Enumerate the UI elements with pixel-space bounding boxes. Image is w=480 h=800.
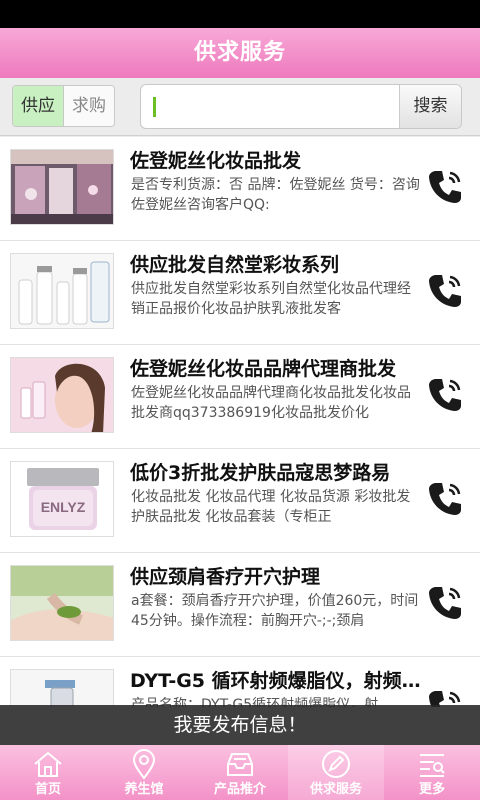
product-thumbnail bbox=[10, 565, 114, 641]
tab-label: 首页 bbox=[34, 782, 61, 797]
phone-icon[interactable] bbox=[425, 687, 465, 707]
search-input[interactable] bbox=[141, 85, 399, 128]
tab-home[interactable]: 首页 bbox=[0, 745, 96, 800]
tab-label: 养生馆 bbox=[124, 782, 164, 797]
publish-info-button[interactable]: 我要发布信息！ bbox=[0, 705, 480, 745]
phone-icon[interactable] bbox=[425, 271, 465, 311]
item-title: 低价3折批发护肤品寇思梦路易 bbox=[130, 462, 391, 484]
phone-icon[interactable] bbox=[425, 583, 465, 623]
item-title: DYT-G5 循环射频爆脂仪，射频美容仪 bbox=[130, 670, 424, 692]
list-item[interactable]: 佐登妮丝化妆品品牌代理商批发 佐登妮丝化妆品品牌代理商化妆品批发化妆品批发商qq… bbox=[0, 345, 480, 449]
product-thumbnail bbox=[10, 149, 114, 225]
search-button[interactable]: 搜索 bbox=[399, 85, 461, 128]
list-item[interactable]: 供应颈肩香疗开穴护理 a套餐：颈肩香疗开穴护理，价值260元，时间45分钟。操作… bbox=[0, 553, 480, 657]
product-thumbnail bbox=[10, 253, 114, 329]
item-description: 供应批发自然堂彩妆系列自然堂化妆品代理经销正品报价化妆品护肤乳液批发客 bbox=[131, 281, 411, 317]
tab-wellness[interactable]: 养生馆 bbox=[96, 745, 192, 800]
search-box: 搜索 bbox=[140, 84, 462, 129]
pencil-circle-icon bbox=[322, 750, 350, 778]
toggle-supply[interactable]: 供应 bbox=[13, 86, 64, 126]
item-title: 供应批发自然堂彩妆系列 bbox=[130, 254, 340, 276]
supply-demand-toggle[interactable]: 供应 求购 bbox=[12, 85, 115, 127]
search-bar: 供应 求购 搜索 bbox=[0, 78, 480, 136]
list-item[interactable]: ENLYZ 低价3折批发护肤品寇思梦路易 化妆品批发 化妆品代理 化妆品货源 彩… bbox=[0, 449, 480, 553]
tab-supply-demand[interactable]: 供求服务 bbox=[288, 745, 384, 800]
list-item[interactable]: 供应批发自然堂彩妆系列 供应批发自然堂彩妆系列自然堂化妆品代理经销正品报价化妆品… bbox=[0, 241, 480, 345]
phone-icon[interactable] bbox=[425, 375, 465, 415]
item-description: 是否专利货源：否 品牌：佐登妮丝 货号：咨询佐登妮丝咨询客户QQ: bbox=[131, 177, 420, 213]
item-title: 佐登妮丝化妆品批发 bbox=[130, 150, 302, 172]
item-description: 化妆品批发 化妆品代理 化妆品货源 彩妆批发 护肤品批发 化妆品套装（专柜正 bbox=[131, 489, 411, 525]
tab-label: 产品推介 bbox=[213, 782, 266, 797]
item-description: a套餐：颈肩香疗开穴护理，价值260元，时间45分钟。操作流程：前胸开穴-;-;… bbox=[131, 593, 419, 629]
page-title: 供求服务 bbox=[0, 28, 480, 78]
product-thumbnail bbox=[10, 357, 114, 433]
home-icon bbox=[34, 751, 62, 777]
product-thumbnail: ENLYZ bbox=[10, 461, 114, 537]
bottom-tab-bar: 首页 养生馆 产品推介 供求服务 更多 bbox=[0, 745, 480, 800]
toggle-demand[interactable]: 求购 bbox=[64, 86, 114, 126]
tab-label: 供求服务 bbox=[309, 782, 362, 797]
item-description: 佐登妮丝化妆品品牌代理商化妆品批发化妆品批发商qq373386919化妆品批发价… bbox=[131, 385, 411, 421]
list-item[interactable]: DYT-G5 循环射频爆脂仪，射频美容仪 产品名称：DYT-G5循环射频爆脂仪，… bbox=[0, 657, 480, 707]
status-bar bbox=[0, 0, 480, 28]
item-title: 佐登妮丝化妆品品牌代理商批发 bbox=[130, 358, 397, 380]
phone-icon[interactable] bbox=[425, 167, 465, 207]
more-list-search-icon bbox=[420, 754, 445, 777]
supply-list[interactable]: 佐登妮丝化妆品批发 是否专利货源：否 品牌：佐登妮丝 货号：咨询佐登妮丝咨询客户… bbox=[0, 137, 480, 707]
tab-products[interactable]: 产品推介 bbox=[192, 745, 288, 800]
tab-more[interactable]: 更多 bbox=[384, 745, 480, 800]
inbox-tray-icon bbox=[227, 753, 253, 776]
phone-icon[interactable] bbox=[425, 479, 465, 519]
item-title: 供应颈肩香疗开穴护理 bbox=[130, 566, 321, 588]
product-thumbnail bbox=[10, 669, 114, 707]
location-pin-icon bbox=[132, 749, 156, 780]
tab-label: 更多 bbox=[418, 782, 445, 797]
list-item[interactable]: 佐登妮丝化妆品批发 是否专利货源：否 品牌：佐登妮丝 货号：咨询佐登妮丝咨询客户… bbox=[0, 137, 480, 241]
svg-text:ENLYZ: ENLYZ bbox=[41, 499, 86, 515]
